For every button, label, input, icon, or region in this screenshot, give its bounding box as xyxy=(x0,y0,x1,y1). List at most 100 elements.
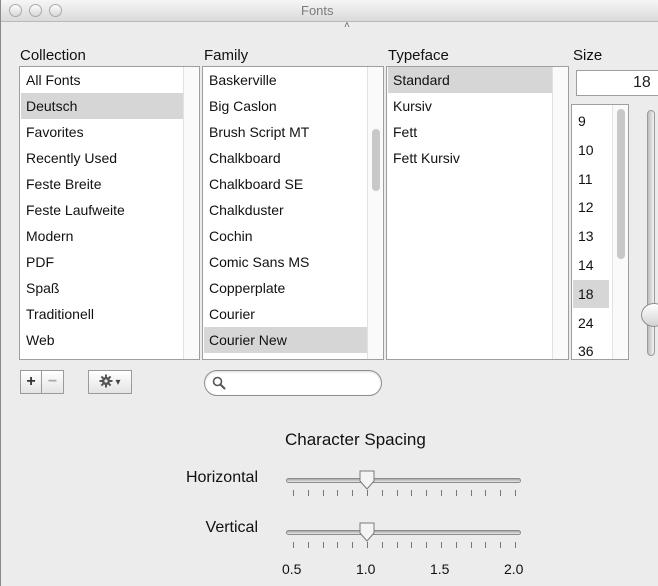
size-list-item[interactable]: 9 xyxy=(573,107,609,135)
search-icon xyxy=(212,376,226,390)
size-scroll-thumb[interactable] xyxy=(617,109,625,259)
family-list-item[interactable]: Brush Script MT xyxy=(204,119,367,145)
slider-tick xyxy=(470,490,472,496)
slider-tick xyxy=(322,542,324,548)
family-list-item[interactable]: Courier New xyxy=(204,327,367,353)
search-input[interactable] xyxy=(229,374,374,392)
family-scrollbar[interactable] xyxy=(367,67,383,359)
family-list-item[interactable]: Big Caslon xyxy=(204,93,367,119)
collection-list-item[interactable]: Deutsch xyxy=(21,93,183,119)
slider-tick xyxy=(500,490,502,496)
slider-tick xyxy=(396,542,398,548)
fonts-window: Fonts ˄ Collection Family Typeface Size … xyxy=(0,0,658,586)
size-header: Size xyxy=(573,47,603,64)
family-list-item[interactable]: Chalkboard xyxy=(204,145,367,171)
title-bar: Fonts xyxy=(1,0,658,22)
slider-tick xyxy=(367,542,368,548)
horizontal-slider-ticks xyxy=(293,490,516,496)
slider-tick xyxy=(426,490,428,496)
typeface-header: Typeface xyxy=(388,47,449,64)
family-list-item[interactable]: Courier xyxy=(204,301,367,327)
family-list-item[interactable]: Chalkboard SE xyxy=(204,171,367,197)
family-list-item[interactable]: Copperplate xyxy=(204,275,367,301)
slider-tick xyxy=(337,490,339,496)
size-list-item[interactable]: 10 xyxy=(573,136,609,164)
vertical-slider-track[interactable] xyxy=(286,530,521,535)
slider-tick xyxy=(455,490,457,496)
gear-icon xyxy=(99,374,113,391)
typeface-list-item[interactable]: Fett xyxy=(388,119,552,145)
slider-tick xyxy=(441,490,442,496)
remove-collection-button[interactable]: − xyxy=(42,370,64,394)
caret-up-icon[interactable]: ˄ xyxy=(344,20,350,31)
family-list[interactable]: Baskerville Big Caslon Brush Script MT Chal… xyxy=(202,66,384,360)
size-list-item[interactable]: 18 xyxy=(573,279,609,308)
slider-tick xyxy=(455,542,457,548)
family-header: Family xyxy=(204,47,249,64)
collection-list-item[interactable]: Traditionell xyxy=(21,301,183,327)
collection-list-item[interactable]: Feste Breite xyxy=(21,171,183,197)
slider-tick xyxy=(500,542,502,548)
slider-tick-label: 1.5 xyxy=(430,561,450,577)
size-list-item[interactable]: 11 xyxy=(573,165,609,193)
family-list-item[interactable]: Baskerville xyxy=(204,67,367,93)
slider-tick xyxy=(307,490,309,496)
minimize-window-button[interactable] xyxy=(29,4,42,17)
size-list[interactable]: 9 10 11 12 13 14 18 24 36 xyxy=(571,104,629,360)
close-window-button[interactable] xyxy=(9,4,22,17)
slider-tick-label: 1.0 xyxy=(356,561,376,577)
slider-tick xyxy=(352,490,354,496)
family-list-item[interactable]: Comic Sans MS xyxy=(204,249,367,275)
chevron-down-icon: ▾ xyxy=(115,376,121,388)
typeface-list-item[interactable]: Fett Kursiv xyxy=(388,145,552,171)
collection-list-item[interactable]: Feste Laufweite xyxy=(21,197,183,223)
search-field[interactable] xyxy=(204,370,382,396)
typeface-list-item[interactable]: Kursiv xyxy=(388,93,552,119)
vertical-slider-knob[interactable] xyxy=(359,522,375,542)
collection-header: Collection xyxy=(20,47,86,64)
family-scroll-thumb[interactable] xyxy=(372,129,380,191)
horizontal-label: Horizontal xyxy=(185,469,258,486)
slider-tick xyxy=(322,490,324,496)
family-list-item[interactable]: Cochin xyxy=(204,223,367,249)
zoom-window-button[interactable] xyxy=(49,4,62,17)
typeface-list[interactable]: Standard Kursiv Fett Fett Kursiv xyxy=(386,66,569,360)
slider-tick xyxy=(515,490,516,496)
family-list-item[interactable]: Chalkduster xyxy=(204,197,367,223)
size-list-item[interactable]: 13 xyxy=(573,222,609,250)
slider-tick-label: 0.5 xyxy=(282,561,302,577)
collection-buttons: + − xyxy=(20,370,64,394)
collection-list-item[interactable]: Recently Used xyxy=(21,145,183,171)
slider-tick-label: 2.0 xyxy=(504,561,524,577)
size-list-item[interactable]: 36 xyxy=(573,337,609,359)
size-list-item[interactable]: 24 xyxy=(573,309,609,337)
size-scrollbar[interactable] xyxy=(612,105,628,359)
slider-tick xyxy=(381,490,383,496)
collection-list-item[interactable]: All Fonts xyxy=(21,67,183,93)
character-spacing-title: Character Spacing xyxy=(285,430,426,449)
horizontal-slider-track[interactable] xyxy=(286,478,521,483)
slider-tick xyxy=(352,542,354,548)
collection-list-item[interactable]: Web xyxy=(21,327,183,353)
size-input[interactable]: 18 xyxy=(576,70,658,96)
slider-tick xyxy=(293,490,294,496)
slider-tick xyxy=(396,490,398,496)
horizontal-slider-knob[interactable] xyxy=(359,470,375,490)
collection-list-item[interactable]: Spaß xyxy=(21,275,183,301)
action-menu-button[interactable]: ▾ xyxy=(88,370,132,394)
typeface-scrollbar[interactable] xyxy=(552,67,568,359)
collection-scrollbar[interactable] xyxy=(183,67,199,359)
collection-list-item[interactable]: Favorites xyxy=(21,119,183,145)
slider-tick xyxy=(485,542,487,548)
slider-tick xyxy=(293,542,294,548)
slider-tick xyxy=(411,490,413,496)
collection-list-item[interactable]: Modern xyxy=(21,223,183,249)
add-collection-button[interactable]: + xyxy=(20,370,42,394)
typeface-list-item[interactable]: Standard xyxy=(388,67,552,93)
size-list-item[interactable]: 14 xyxy=(573,251,609,279)
collection-list[interactable]: All Fonts Deutsch Favorites Recently Used Fe… xyxy=(19,66,200,360)
size-slider-knob[interactable] xyxy=(641,303,658,327)
collection-list-item[interactable]: PDF xyxy=(21,249,183,275)
size-list-item[interactable]: 12 xyxy=(573,193,609,221)
slider-tick xyxy=(307,542,309,548)
